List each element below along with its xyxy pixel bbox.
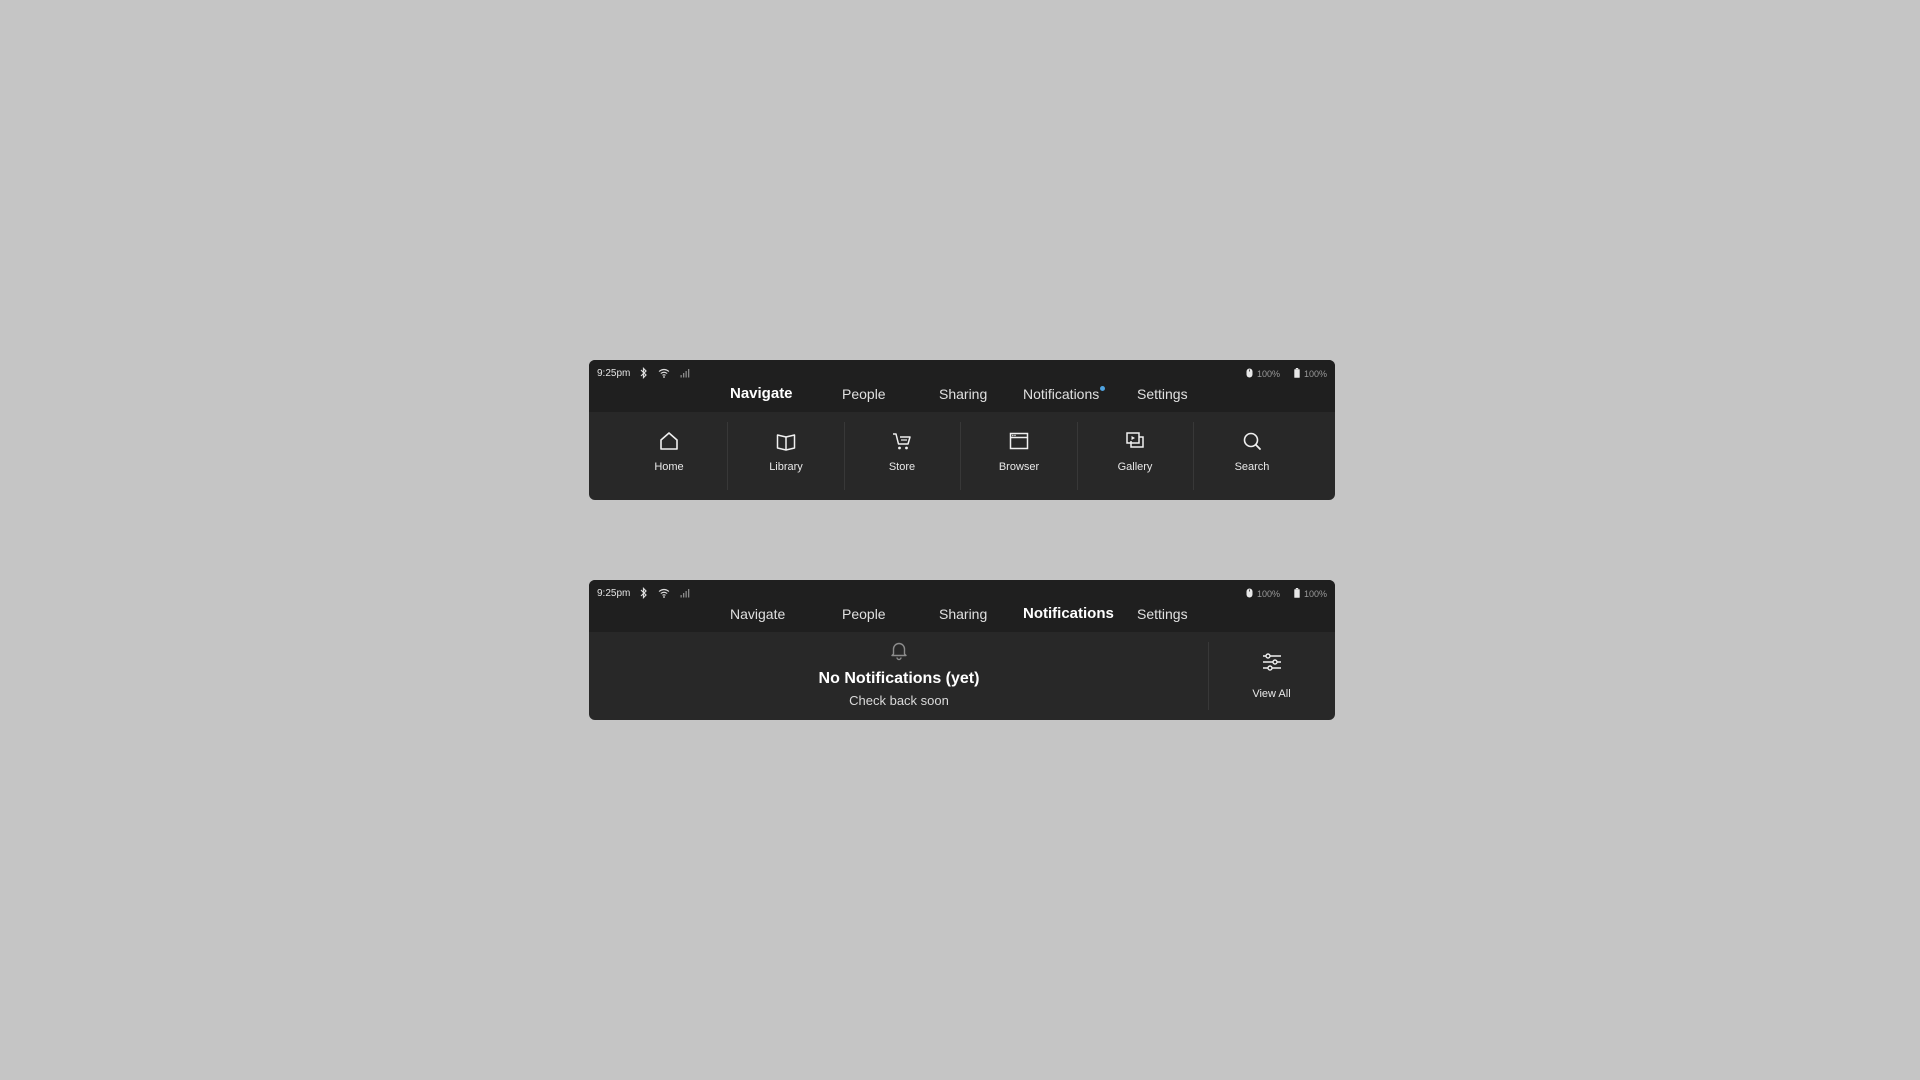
- status-bar-left: 9:25pm: [597, 586, 690, 600]
- tab-settings[interactable]: Settings: [1137, 381, 1188, 407]
- wifi-icon: [658, 588, 670, 598]
- empty-state-subtitle: Check back soon: [849, 693, 949, 708]
- status-bar-right: 100% 100%: [1246, 367, 1327, 381]
- view-all-button[interactable]: View All: [1208, 632, 1335, 720]
- tab-bar: Navigate People Sharing Notifications Se…: [589, 381, 1335, 407]
- nav-gallery-label: Gallery: [1117, 461, 1153, 473]
- device-battery-value: 100%: [1256, 369, 1280, 379]
- device-battery: 100%: [1246, 588, 1280, 600]
- tab-notifications-label: Notifications: [1023, 386, 1100, 402]
- bluetooth-icon: [640, 367, 648, 379]
- divider: [960, 422, 961, 490]
- device-battery: 100%: [1246, 368, 1280, 380]
- phone-battery-value: 100%: [1303, 589, 1327, 599]
- divider: [727, 422, 728, 490]
- nav-library-label: Library: [769, 461, 803, 473]
- divider: [844, 422, 845, 490]
- nav-gallery[interactable]: Gallery: [1077, 412, 1193, 500]
- nav-home[interactable]: Home: [611, 412, 727, 500]
- tab-sharing[interactable]: Sharing: [939, 601, 987, 627]
- status-time: 9:25pm: [597, 587, 631, 599]
- divider: [1193, 422, 1194, 490]
- bell-icon: [888, 639, 910, 661]
- cart-icon: [891, 430, 913, 452]
- divider: [1077, 422, 1078, 490]
- search-icon: [1241, 430, 1263, 452]
- battery-icon: [1294, 368, 1300, 380]
- phone-battery: 100%: [1294, 588, 1327, 600]
- browser-window-icon: [1008, 430, 1030, 452]
- home-icon: [658, 430, 680, 452]
- navigation-row: Home Library Store Browser Gallery Searc…: [589, 412, 1335, 500]
- gallery-icon: [1124, 430, 1146, 452]
- view-all-label: View All: [1252, 688, 1291, 700]
- status-bar-right: 100% 100%: [1246, 587, 1327, 601]
- phone-battery: 100%: [1294, 368, 1327, 380]
- tab-people[interactable]: People: [842, 601, 886, 627]
- tab-settings[interactable]: Settings: [1137, 601, 1188, 627]
- empty-state-title: No Notifications (yet): [818, 670, 980, 687]
- tab-people[interactable]: People: [842, 381, 886, 407]
- status-bar-left: 9:25pm: [597, 366, 690, 380]
- nav-browser[interactable]: Browser: [961, 412, 1077, 500]
- tab-notifications[interactable]: Notifications: [1023, 381, 1106, 407]
- book-icon: [775, 430, 797, 452]
- tab-sharing[interactable]: Sharing: [939, 381, 987, 407]
- nav-browser-label: Browser: [998, 461, 1040, 473]
- tab-bar: Navigate People Sharing Notifications Se…: [589, 601, 1335, 627]
- status-time: 9:25pm: [597, 367, 631, 379]
- cellular-signal-icon: [680, 368, 690, 378]
- wifi-icon: [658, 368, 670, 378]
- tab-notifications[interactable]: Notifications: [1023, 601, 1114, 627]
- battery-icon: [1294, 588, 1300, 600]
- nav-store[interactable]: Store: [844, 412, 960, 500]
- mouse-icon: [1246, 368, 1253, 380]
- device-battery-value: 100%: [1256, 589, 1280, 599]
- mouse-icon: [1246, 588, 1253, 600]
- top-bar: 9:25pm 100% 100% Navigate People Sharing…: [589, 580, 1335, 632]
- nav-search-label: Search: [1234, 461, 1270, 473]
- notifications-panel: 9:25pm 100% 100% Navigate People Sharing…: [589, 580, 1335, 720]
- bluetooth-icon: [640, 587, 648, 599]
- top-bar: 9:25pm 100% 100% Navigate People Sharing…: [589, 360, 1335, 412]
- nav-home-label: Home: [654, 461, 684, 473]
- navigate-panel: 9:25pm 100% 100% Navigate People Sharing…: [589, 360, 1335, 500]
- sliders-icon: [1261, 651, 1283, 673]
- tab-navigate[interactable]: Navigate: [730, 601, 785, 627]
- nav-store-label: Store: [888, 461, 916, 473]
- nav-search[interactable]: Search: [1194, 412, 1310, 500]
- cellular-signal-icon: [680, 588, 690, 598]
- notification-dot: [1100, 386, 1106, 391]
- nav-library[interactable]: Library: [728, 412, 844, 500]
- tab-navigate[interactable]: Navigate: [730, 381, 793, 407]
- empty-notifications-state: No Notifications (yet) Check back soon: [589, 632, 1209, 720]
- phone-battery-value: 100%: [1303, 369, 1327, 379]
